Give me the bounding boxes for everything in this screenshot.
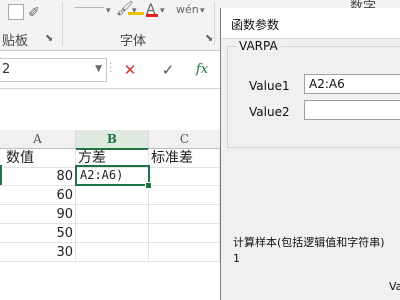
cell-a6[interactable]: 30 — [0, 243, 76, 262]
cell-b6[interactable] — [76, 243, 149, 262]
phonetic-icon[interactable]: wén — [176, 1, 199, 19]
cell-b3[interactable] — [76, 186, 149, 205]
parameter-description-name: Va — [389, 280, 400, 293]
border-dropdown-icon[interactable]: ▾ — [106, 2, 111, 20]
dialog-title-bar[interactable]: 函数参数 — [221, 8, 400, 39]
function-description: 计算样本(包括逻辑值和字符串) — [233, 236, 385, 249]
cell-b4[interactable] — [76, 205, 149, 224]
fill-dropdown-icon[interactable]: ▾ — [132, 2, 137, 20]
function-argument-group: VARPA — [227, 39, 400, 148]
function-name: VARPA — [236, 39, 281, 53]
cell-c1[interactable]: 标准差 — [149, 149, 220, 168]
function-description-line2: 1 — [233, 252, 240, 265]
column-header-b[interactable]: B — [76, 130, 149, 150]
dialog-title: 函数参数 — [231, 18, 280, 32]
column-header-c[interactable]: C — [149, 130, 221, 149]
resize-handle-icon[interactable]: · · · — [109, 60, 113, 78]
cell-c5[interactable] — [149, 224, 220, 243]
chevron-down-icon[interactable]: ▼ — [95, 64, 102, 74]
font-color-dropdown-icon[interactable]: ▾ — [160, 2, 165, 20]
value1-input[interactable]: A2:A6 — [304, 74, 400, 94]
active-cell-b2[interactable]: A2:A6) — [75, 165, 150, 186]
name-box[interactable]: 2 ▼ — [0, 58, 107, 82]
cell-a2[interactable]: 80 — [0, 167, 76, 186]
value1-label: Value1 — [249, 79, 290, 93]
function-arguments-dialog: 函数参数 VARPA Value1 A2:A6 Value2 计算样本(包括逻辑… — [220, 8, 400, 300]
name-box-value: 2 — [2, 62, 11, 77]
clipboard-launcher-icon[interactable]: ⬊ — [45, 30, 53, 48]
phonetic-dropdown-icon[interactable]: ▾ — [200, 2, 205, 20]
font-launcher-icon[interactable]: ⬊ — [205, 30, 213, 48]
cell-c3[interactable] — [149, 186, 220, 205]
cell-c2[interactable] — [149, 167, 220, 186]
cancel-icon[interactable]: ✕ — [120, 60, 140, 80]
clipboard-group-label: 贴板 — [2, 34, 29, 49]
value2-input[interactable] — [304, 100, 400, 120]
format-painter-icon[interactable]: ✐ — [28, 4, 40, 22]
cell-b5[interactable] — [76, 224, 149, 243]
font-group-label: 字体 — [120, 34, 147, 49]
font-color-swatch — [146, 14, 158, 17]
paste-icon[interactable] — [8, 4, 24, 20]
cell-c4[interactable] — [149, 205, 220, 224]
cell-c6[interactable] — [149, 243, 220, 262]
cell-a1[interactable]: 数值 — [4, 149, 76, 168]
cell-a5[interactable]: 50 — [0, 224, 76, 243]
value2-label: Value2 — [249, 105, 290, 119]
border-icon[interactable] — [74, 6, 104, 8]
fill-handle[interactable] — [145, 182, 152, 189]
cell-a3[interactable]: 60 — [0, 186, 76, 205]
ribbon-divider — [214, 2, 215, 46]
ribbon-divider — [62, 2, 63, 46]
enter-icon[interactable]: ✓ — [158, 60, 178, 80]
cell-a4[interactable]: 90 — [0, 205, 76, 224]
column-header-a[interactable]: A — [0, 130, 76, 149]
insert-function-icon[interactable]: fx — [192, 60, 212, 80]
